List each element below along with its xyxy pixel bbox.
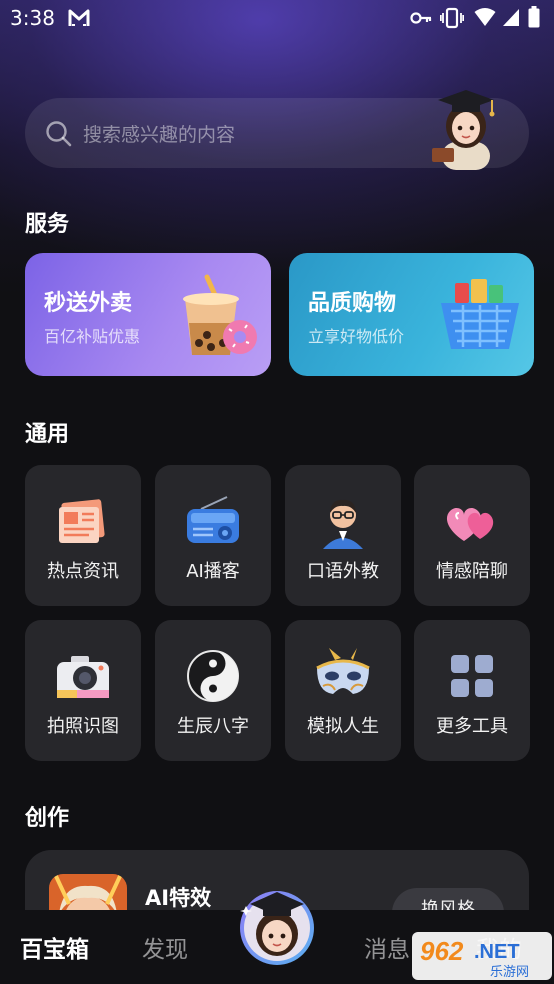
section-title-creation: 创作: [25, 806, 70, 831]
svg-text:.NET: .NET: [474, 941, 520, 963]
radio-icon: [187, 496, 239, 543]
search-icon: [46, 121, 72, 147]
tool-life-simulation[interactable]: 模拟人生: [285, 620, 401, 761]
food-delivery-card[interactable]: 秒送外卖 百亿补贴优惠: [25, 253, 271, 376]
tool-hot-news[interactable]: 热点资讯: [25, 465, 141, 606]
tool-ai-podcast[interactable]: AI播客: [155, 465, 271, 606]
newspaper-icon: [59, 499, 105, 543]
vpn-key-icon: [410, 12, 432, 24]
svg-text:乐游网: 乐游网: [490, 965, 529, 980]
section-title-services: 服务: [25, 212, 70, 237]
tool-emotional-chat[interactable]: 情感陪聊: [414, 465, 530, 606]
tool-label: 热点资讯: [47, 561, 119, 582]
scholar-girl-avatar[interactable]: [430, 82, 502, 170]
shopping-card[interactable]: 品质购物 立享好物低价: [289, 253, 534, 376]
vibrate-icon: [440, 7, 464, 29]
status-time: 3:38: [10, 6, 55, 30]
food-delivery-subtitle: 百亿补贴优惠: [44, 327, 141, 346]
wifi-icon: [474, 8, 496, 26]
svg-text:962: 962: [420, 936, 464, 966]
nav-treasure-box[interactable]: 百宝箱: [20, 930, 89, 964]
ai-effect-title: AI特效: [145, 886, 212, 910]
tool-oral-tutor[interactable]: 口语外教: [285, 465, 401, 606]
bubble-tea-icon: [183, 274, 257, 355]
tool-more-tools[interactable]: 更多工具: [414, 620, 530, 761]
teacher-icon: [323, 499, 363, 549]
tool-birth-chart[interactable]: 生辰八字: [155, 620, 271, 761]
grid-icon: [451, 655, 493, 697]
nav-messages[interactable]: 消息: [364, 930, 410, 964]
mask-icon: [316, 648, 370, 694]
food-delivery-title: 秒送外卖: [44, 291, 133, 316]
gmail-icon: [68, 9, 90, 26]
tool-label: 模拟人生: [307, 716, 379, 737]
nav-discover[interactable]: 发现: [142, 930, 188, 964]
tool-label: 拍照识图: [47, 716, 119, 737]
assistant-avatar-button[interactable]: [238, 884, 316, 966]
camera-icon: [57, 656, 109, 698]
tool-label: 情感陪聊: [436, 561, 508, 582]
status-bar: 3:38: [0, 0, 554, 38]
shopping-subtitle: 立享好物低价: [308, 327, 405, 346]
962-watermark-logo: 962 .NET 乐游网: [412, 932, 552, 980]
tool-label: AI播客: [186, 561, 240, 582]
section-title-general: 通用: [25, 422, 70, 447]
shopping-basket-icon: [441, 279, 519, 349]
shopping-title: 品质购物: [308, 291, 397, 316]
hearts-icon: [446, 508, 494, 541]
tool-label: 生辰八字: [177, 716, 249, 737]
battery-icon: [528, 6, 540, 28]
tool-photo-recognition[interactable]: 拍照识图: [25, 620, 141, 761]
yin-yang-icon: [187, 650, 239, 702]
search-input[interactable]: 搜索感兴趣的内容: [83, 120, 235, 147]
tool-label: 更多工具: [436, 716, 508, 737]
cell-signal-icon: [503, 9, 519, 26]
tool-label: 口语外教: [307, 561, 379, 582]
